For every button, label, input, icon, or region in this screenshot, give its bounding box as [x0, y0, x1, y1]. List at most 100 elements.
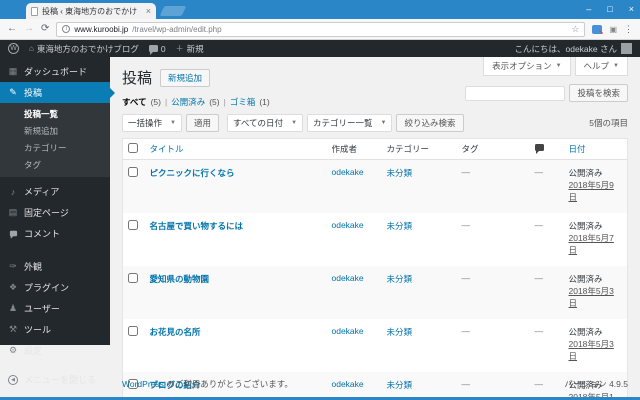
posts-table: タイトル 作成者 カテゴリー タグ 日付 ピクニックに行くなら odekake … [122, 138, 628, 400]
submenu-tags[interactable]: タグ [0, 156, 110, 173]
forward-icon[interactable]: → [24, 24, 34, 34]
wp-admin-bar: W ⌂ 東海地方のおでかけブログ 0 ＋ 新規 こんにちは、odekake さん [0, 40, 640, 57]
users-icon: ♟ [8, 303, 18, 313]
bookmark-star-icon[interactable]: ☆ [571, 24, 579, 35]
sort-date-header[interactable]: 日付 [569, 144, 586, 154]
sidebar-collapse-menu[interactable]: ◀ メニューを閉じる [0, 369, 110, 390]
extension-icon-2[interactable]: ▣ [609, 25, 617, 34]
comment-bubble-icon [534, 144, 544, 154]
screen-options-button[interactable]: 表示オプション ▼ [483, 57, 571, 76]
post-author-link[interactable]: odekake [332, 273, 364, 283]
wordpress-link[interactable]: WordPress [122, 379, 164, 389]
page-title: 投稿 [122, 70, 153, 87]
tags-empty: — [461, 326, 471, 336]
category-filter-select[interactable]: カテゴリー一覧 ▼ [307, 114, 393, 132]
tags-header: タグ [456, 138, 530, 160]
chevron-down-icon: ▼ [555, 63, 562, 69]
browser-titlebar: 投稿 ‹ 東海地方のおでかけ × – □ × [0, 0, 640, 19]
adminbar-site-link[interactable]: ⌂ 東海地方のおでかけブログ [29, 43, 139, 55]
sidebar-item-appearance[interactable]: ✑ 外観 [0, 256, 110, 277]
reload-icon[interactable]: ⟳ [41, 24, 49, 34]
sidebar-item-pages[interactable]: ▤ 固定ページ [0, 202, 110, 223]
table-row: 名古屋で買い物するには odekake 未分類 — — 公開済み 2018年5月… [123, 213, 628, 266]
submenu-all-posts[interactable]: 投稿一覧 [0, 105, 110, 122]
filter-button[interactable]: 絞り込み検索 [396, 114, 464, 132]
wordpress-logo-icon[interactable]: W [8, 43, 19, 54]
post-title-link[interactable]: 愛知県の動物園 [150, 274, 210, 284]
back-icon[interactable]: ← [7, 24, 17, 34]
adminbar-new-link[interactable]: ＋ 新規 [176, 43, 204, 55]
sidebar-item-comments[interactable]: コメント [0, 223, 110, 244]
filter-trash[interactable]: ゴミ箱 [230, 96, 256, 108]
tab-title: 投稿 ‹ 東海地方のおでかけ [42, 6, 138, 16]
table-row: ピクニックに行くなら odekake 未分類 — — 公開済み 2018年5月9… [122, 159, 628, 213]
new-tab-button[interactable] [159, 6, 187, 16]
post-status: 公開済み [568, 221, 603, 231]
sidebar-item-media[interactable]: ♪ メディア [0, 181, 110, 202]
url-bar[interactable]: i www.kuroobi.jp /travel/wp-admin/edit.p… [56, 21, 586, 37]
sidebar-item-plugins[interactable]: ❖ プラグイン [0, 277, 110, 298]
search-input[interactable] [465, 85, 566, 101]
submenu-add-new[interactable]: 新規追加 [0, 122, 110, 139]
post-category-link[interactable]: 未分類 [387, 168, 413, 178]
appearance-brush-icon: ✑ [9, 261, 17, 271]
filter-published[interactable]: 公開済み [171, 96, 205, 108]
plus-icon: ＋ [175, 44, 184, 53]
help-button[interactable]: ヘルプ ▼ [574, 57, 628, 76]
search-posts-button[interactable]: 投稿を検索 [569, 84, 628, 102]
footer-version: バージョン 4.9.5 [564, 379, 628, 389]
sidebar-item-dashboard[interactable]: ▦ ダッシュボード [0, 61, 110, 82]
submenu-categories[interactable]: カテゴリー [0, 139, 110, 156]
comments-empty: — [534, 273, 544, 283]
row-checkbox[interactable] [128, 273, 138, 283]
page-info-icon[interactable]: i [62, 25, 71, 33]
apply-button[interactable]: 適用 [185, 114, 219, 132]
adminbar-greeting[interactable]: こんにちは、odekake さん [515, 43, 618, 55]
sort-title-header[interactable]: タイトル [150, 144, 184, 154]
post-category-link[interactable]: 未分類 [387, 327, 413, 337]
table-row: お花見の名所 odekake 未分類 — — 公開済み 2018年5月3日 [123, 319, 628, 372]
row-checkbox[interactable] [128, 167, 138, 177]
category-header: カテゴリー [381, 138, 457, 160]
post-status: 公開済み [568, 168, 603, 178]
post-title-link[interactable]: 名古屋で買い物するには [150, 221, 244, 231]
user-avatar[interactable] [621, 43, 632, 54]
adminbar-comments-link[interactable]: 0 [148, 43, 166, 55]
maximize-button[interactable]: □ [607, 5, 612, 14]
sidebar-item-users[interactable]: ♟ ユーザー [0, 298, 110, 319]
sidebar-item-posts[interactable]: ✎ 投稿 [0, 82, 115, 103]
row-checkbox[interactable] [128, 220, 138, 230]
adminbar-comment-count: 0 [160, 43, 166, 54]
settings-gear-icon: ⚙ [8, 345, 18, 355]
post-status: 公開済み [568, 327, 603, 337]
posts-pin-icon: ✎ [9, 87, 17, 97]
comments-empty: — [534, 167, 544, 177]
sidebar-item-settings[interactable]: ⚙ 設定 [0, 340, 110, 361]
browser-tab[interactable]: 投稿 ‹ 東海地方のおでかけ × [26, 3, 156, 19]
sidebar-item-tools[interactable]: ⚒ ツール [0, 319, 110, 340]
post-title-link[interactable]: お花見の名所 [150, 327, 201, 337]
minimize-button[interactable]: – [586, 5, 591, 14]
select-all-checkbox[interactable] [128, 143, 138, 153]
extension-icon-1[interactable] [592, 24, 603, 36]
date-filter-select[interactable]: すべての日付 ▼ [226, 114, 304, 132]
row-checkbox[interactable] [128, 326, 138, 336]
post-author-link[interactable]: odekake [332, 167, 364, 177]
post-category-link[interactable]: 未分類 [387, 274, 413, 284]
browser-menu-icon[interactable]: ⋮ [624, 24, 633, 35]
adminbar-site-name: 東海地方のおでかけブログ [36, 43, 139, 54]
bulk-action-select[interactable]: 一括操作 ▼ [122, 114, 182, 132]
footer-thanks: WordPress のご利用ありがとうございます。 [122, 379, 293, 389]
post-category-link[interactable]: 未分類 [387, 221, 413, 231]
post-author-link[interactable]: odekake [332, 220, 364, 230]
chevron-down-icon: ▼ [291, 120, 298, 126]
post-date: 2018年5月3日 [568, 339, 614, 361]
home-icon: ⌂ [29, 44, 34, 53]
filter-all[interactable]: すべて [122, 96, 147, 108]
close-button[interactable]: × [629, 5, 634, 14]
pages-icon: ▤ [8, 207, 18, 217]
post-author-link[interactable]: odekake [332, 326, 364, 336]
post-title-link[interactable]: ピクニックに行くなら [150, 168, 235, 178]
tab-close-icon[interactable]: × [146, 6, 151, 16]
add-new-button[interactable]: 新規追加 [160, 68, 211, 87]
